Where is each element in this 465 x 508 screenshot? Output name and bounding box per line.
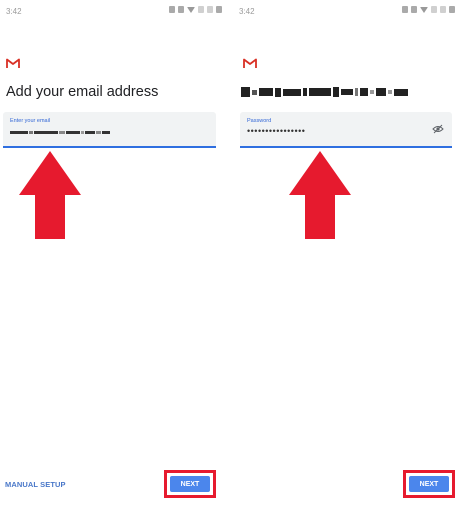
status-icons [169, 6, 222, 13]
eye-off-icon[interactable] [432, 124, 444, 134]
gmail-logo-icon [243, 58, 257, 68]
next-button[interactable]: NEXT [409, 476, 449, 492]
wifi-icon [187, 6, 195, 13]
status-time: 3:42 [6, 7, 22, 16]
page-title: Add your email address [6, 84, 159, 100]
password-field-label: Password [247, 118, 272, 124]
battery-icon [449, 6, 455, 13]
next-button[interactable]: NEXT [170, 476, 210, 492]
email-field-label: Enter your email [10, 118, 51, 124]
signal-icon [431, 6, 437, 13]
password-entry-screen: 3:42 Password •••••••••••••••• NEXT [233, 0, 465, 508]
status-time: 3:42 [239, 7, 255, 16]
bell-icon [178, 6, 184, 13]
signal-icon [440, 6, 446, 13]
bell-icon [411, 6, 417, 13]
red-up-arrow [19, 151, 81, 239]
next-button-highlight: NEXT [164, 470, 216, 498]
password-field[interactable]: Password •••••••••••••••• [240, 112, 452, 148]
redacted-email-value [10, 129, 140, 135]
status-bar: 3:42 [0, 0, 232, 22]
signal-icon [198, 6, 204, 13]
red-up-arrow [289, 151, 351, 239]
email-field[interactable]: Enter your email [3, 112, 216, 148]
nfc-icon [169, 6, 175, 13]
battery-icon [216, 6, 222, 13]
manual-setup-link[interactable]: MANUAL SETUP [5, 480, 66, 489]
wifi-icon [420, 6, 428, 13]
nfc-icon [402, 6, 408, 13]
status-bar: 3:42 [233, 0, 465, 22]
signal-icon [207, 6, 213, 13]
email-entry-screen: 3:42 Add your email address Enter your e… [0, 0, 232, 508]
password-mask: •••••••••••••••• [247, 126, 306, 136]
gmail-logo-icon [6, 58, 20, 68]
redacted-account-email [241, 85, 416, 99]
status-icons [402, 6, 455, 13]
next-button-highlight: NEXT [403, 470, 455, 498]
